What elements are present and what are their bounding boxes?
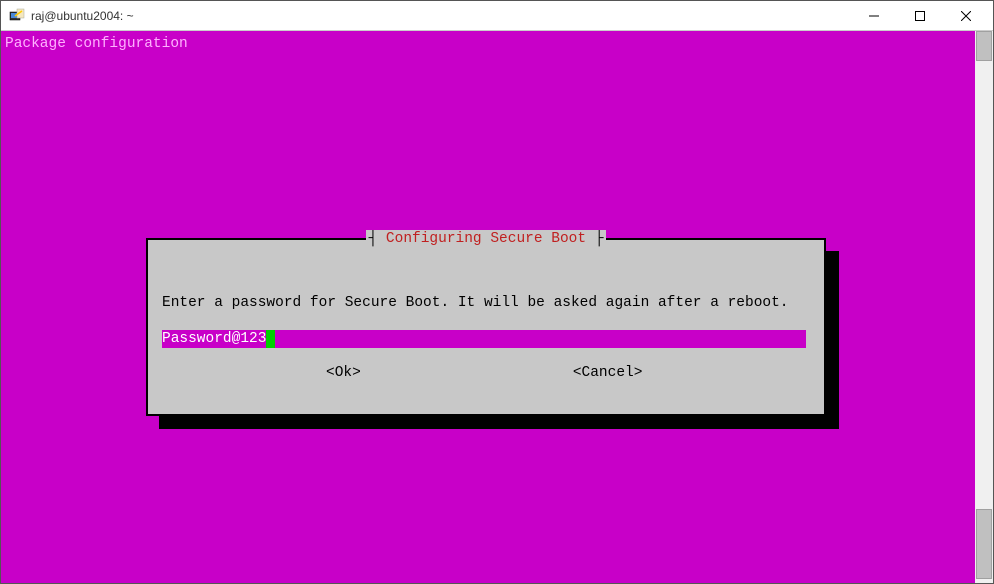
scroll-thumb-bottom[interactable] bbox=[976, 509, 992, 579]
dialog-buttons: <Ok> <Cancel> bbox=[162, 364, 810, 382]
dialog-title-frame: ┤ Configuring Secure Boot ├ bbox=[148, 230, 824, 248]
password-input[interactable]: Password@123 bbox=[162, 330, 806, 348]
dialog-body: Enter a password for Secure Boot. It wil… bbox=[148, 240, 824, 382]
close-button[interactable] bbox=[943, 1, 989, 31]
minimize-button[interactable] bbox=[851, 1, 897, 31]
terminal-area: Package configuration ┤ Configuring Secu… bbox=[1, 31, 993, 583]
terminal[interactable]: Package configuration ┤ Configuring Secu… bbox=[1, 31, 975, 583]
scrollbar[interactable] bbox=[975, 31, 993, 583]
ok-button[interactable]: <Ok> bbox=[326, 364, 361, 382]
putty-icon bbox=[9, 8, 25, 24]
window-controls bbox=[851, 1, 989, 30]
text-cursor bbox=[266, 330, 275, 348]
dialog-prompt: Enter a password for Secure Boot. It wil… bbox=[162, 294, 810, 312]
dialog-wrapper: ┤ Configuring Secure Boot ├ Enter a pass… bbox=[146, 238, 826, 416]
cancel-button[interactable]: <Cancel> bbox=[573, 364, 643, 382]
window-title: raj@ubuntu2004: ~ bbox=[31, 9, 851, 23]
app-window: raj@ubuntu2004: ~ Package configuration … bbox=[0, 0, 994, 584]
scroll-thumb-top[interactable] bbox=[976, 31, 992, 61]
dialog-title: Configuring Secure Boot bbox=[386, 231, 586, 247]
page-header: Package configuration bbox=[5, 35, 188, 53]
secure-boot-dialog: ┤ Configuring Secure Boot ├ Enter a pass… bbox=[146, 238, 826, 416]
maximize-button[interactable] bbox=[897, 1, 943, 31]
password-value: Password@123 bbox=[162, 330, 266, 348]
titlebar: raj@ubuntu2004: ~ bbox=[1, 1, 993, 31]
